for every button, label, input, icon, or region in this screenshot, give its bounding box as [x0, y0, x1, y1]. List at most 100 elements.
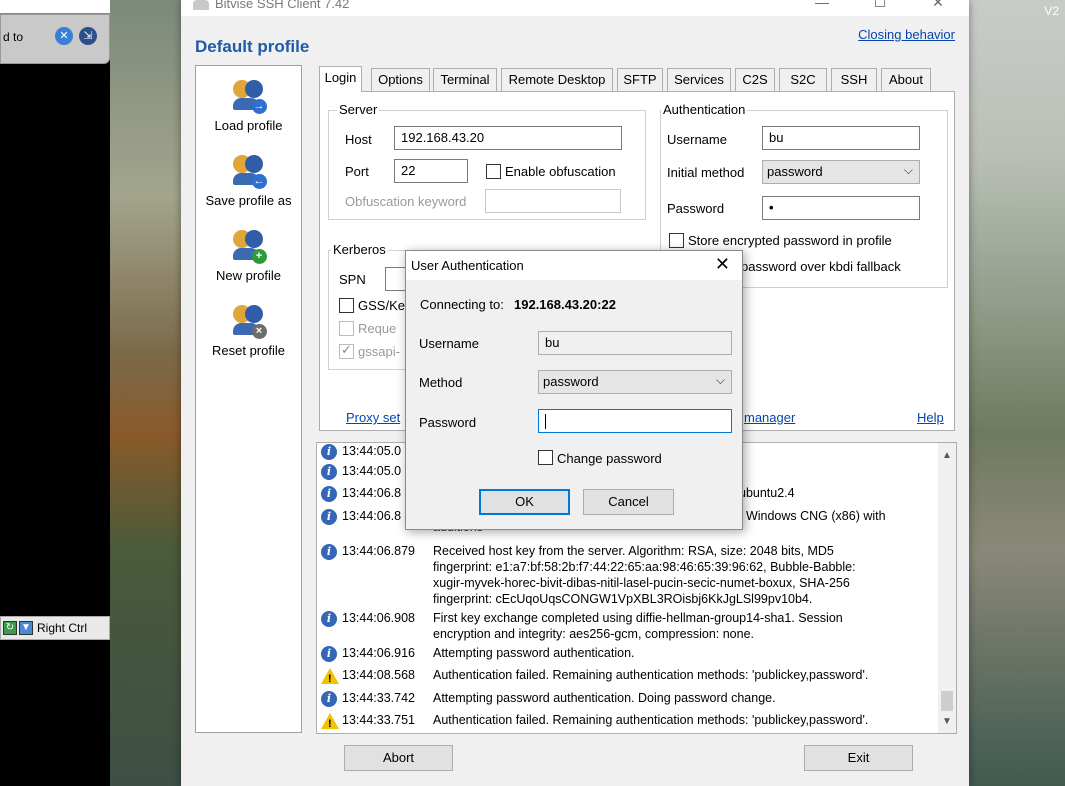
- host-key-manager-link[interactable]: manager: [744, 410, 795, 425]
- log-time: 13:44:05.0: [342, 444, 402, 458]
- initial-method-select[interactable]: password ⌵: [762, 160, 920, 184]
- save-profile-as-label: Save profile as: [205, 193, 292, 208]
- change-password-checkbox[interactable]: [538, 450, 553, 465]
- log-message: Attempting password authentication. Doin…: [433, 691, 776, 705]
- store-password-checkbox[interactable]: [669, 233, 684, 248]
- scroll-thumb[interactable]: [941, 691, 953, 711]
- request-delegation-checkbox[interactable]: [339, 321, 354, 336]
- info-icon: i: [321, 646, 337, 662]
- tab-s2c[interactable]: S2C: [779, 68, 827, 92]
- kbdi-fallback-label: password over kbdi fallback: [741, 259, 901, 274]
- password-input[interactable]: •: [762, 196, 920, 220]
- log-time: 13:44:06.879: [342, 544, 415, 558]
- closing-behavior-link[interactable]: Closing behavior: [858, 27, 955, 42]
- log-scrollbar[interactable]: ▲ ▼: [938, 443, 956, 733]
- ok-button[interactable]: OK: [479, 489, 570, 515]
- reset-profile-button[interactable]: × Reset profile: [196, 303, 301, 358]
- save-profile-as-button[interactable]: ← Save profile as: [196, 153, 301, 208]
- minimize-button[interactable]: —: [799, 0, 845, 16]
- tab-about[interactable]: About: [881, 68, 931, 92]
- tab-services[interactable]: Services: [667, 68, 731, 92]
- authentication-group-title: Authentication: [661, 102, 748, 117]
- log-message: ubuntu2.4: [739, 486, 795, 500]
- save-profile-icon: ←: [229, 153, 269, 189]
- gss-kex-label: GSS/Ke: [358, 298, 405, 313]
- log-time: 13:44:08.568: [342, 668, 415, 682]
- dialog-method-label: Method: [419, 375, 463, 390]
- tab-terminal[interactable]: Terminal: [433, 68, 497, 92]
- server-group-title: Server: [337, 102, 380, 117]
- log-time: 13:44:05.0: [342, 464, 402, 478]
- dialog-username-input[interactable]: bu: [538, 331, 732, 355]
- gss-kex-checkbox[interactable]: [339, 298, 354, 313]
- gssapi-checkbox[interactable]: [339, 342, 354, 359]
- new-profile-label: New profile: [215, 268, 282, 283]
- request-delegation-label: Reque: [358, 321, 397, 336]
- log-message: Attempting password authentication.: [433, 646, 635, 660]
- proxy-settings-link[interactable]: Proxy set: [346, 410, 400, 425]
- tab-c2s[interactable]: C2S: [735, 68, 775, 92]
- obfuscation-keyword-input[interactable]: [485, 189, 621, 213]
- dialog-title-bar: User Authentication ✕: [406, 251, 742, 280]
- tab-ssh[interactable]: SSH: [831, 68, 877, 92]
- abort-button[interactable]: Abort: [344, 745, 453, 771]
- vm-status-bar: ↻ ▼ Right Ctrl: [0, 616, 110, 640]
- tab-sftp[interactable]: SFTP: [617, 68, 663, 92]
- enable-obfuscation-label: Enable obfuscation: [505, 164, 616, 179]
- tab-remote-desktop[interactable]: Remote Desktop: [501, 68, 613, 92]
- tab-login[interactable]: Login: [319, 66, 362, 92]
- log-time: 13:44:33.751: [342, 713, 415, 727]
- vm-close-icon[interactable]: ✕: [55, 27, 73, 45]
- profile-sidebar: → Load profile ← Save profile as + New p…: [195, 65, 302, 733]
- user-authentication-dialog: User Authentication ✕ Connecting to: 192…: [405, 250, 743, 530]
- info-icon: i: [321, 691, 337, 707]
- vm-status-text: d to: [3, 30, 24, 44]
- close-window-button[interactable]: ✕: [915, 0, 961, 16]
- vm-panel: d to ✕ ⇲ ↻ ▼ Right Ctrl: [0, 0, 110, 786]
- log-time: 13:44:33.742: [342, 691, 415, 705]
- text-caret: [545, 414, 546, 430]
- info-icon: i: [321, 486, 337, 502]
- dialog-password-input[interactable]: [538, 409, 732, 433]
- initial-method-value: password: [767, 164, 823, 179]
- app-icon: [193, 0, 209, 10]
- help-link[interactable]: Help: [917, 410, 944, 425]
- log-message: First key exchange completed using diffi…: [433, 611, 843, 641]
- username-label: Username: [667, 132, 727, 147]
- scroll-up-icon[interactable]: ▲: [938, 447, 956, 465]
- vm-mouse-integration-icon[interactable]: ⇲: [79, 27, 97, 45]
- password-label: Password: [667, 201, 725, 216]
- info-icon: i: [321, 509, 337, 525]
- log-time: 13:44:06.908: [342, 611, 415, 625]
- dialog-title: User Authentication: [411, 258, 524, 273]
- tab-options[interactable]: Options: [371, 68, 430, 92]
- dialog-method-select[interactable]: password ⌵: [538, 370, 732, 394]
- info-icon: i: [321, 464, 337, 480]
- log-message: Authentication failed. Remaining authent…: [433, 713, 869, 727]
- log-time: 13:44:06.8: [342, 509, 402, 523]
- exit-button[interactable]: Exit: [804, 745, 913, 771]
- server-group: Server Host 192.168.43.20 Port 22 Enable…: [328, 102, 646, 220]
- cancel-button[interactable]: Cancel: [583, 489, 674, 515]
- load-profile-label: Load profile: [214, 118, 283, 133]
- scroll-down-icon[interactable]: ▼: [938, 713, 956, 731]
- new-profile-button[interactable]: + New profile: [196, 228, 301, 283]
- dialog-close-icon[interactable]: ✕: [715, 254, 730, 275]
- enable-obfuscation-checkbox[interactable]: [486, 164, 501, 179]
- vm-network-icon[interactable]: ↻: [3, 621, 17, 635]
- vm-host-key-icon[interactable]: ▼: [19, 621, 33, 635]
- username-input[interactable]: bu: [762, 126, 920, 150]
- port-input[interactable]: 22: [394, 159, 468, 183]
- maximize-button[interactable]: ☐: [857, 0, 903, 16]
- chevron-down-icon: ⌵: [903, 163, 913, 177]
- new-profile-icon: +: [229, 228, 269, 264]
- connecting-label: Connecting to:: [420, 297, 504, 312]
- load-profile-button[interactable]: → Load profile: [196, 78, 301, 133]
- desktop-wallpaper-left: [110, 0, 185, 786]
- gssapi-label: gssapi-: [358, 344, 400, 359]
- store-password-label: Store encrypted password in profile: [688, 233, 892, 248]
- warning-icon: !: [321, 713, 339, 730]
- profile-title: Default profile: [195, 37, 310, 56]
- host-input[interactable]: 192.168.43.20: [394, 126, 622, 150]
- info-icon: i: [321, 544, 337, 560]
